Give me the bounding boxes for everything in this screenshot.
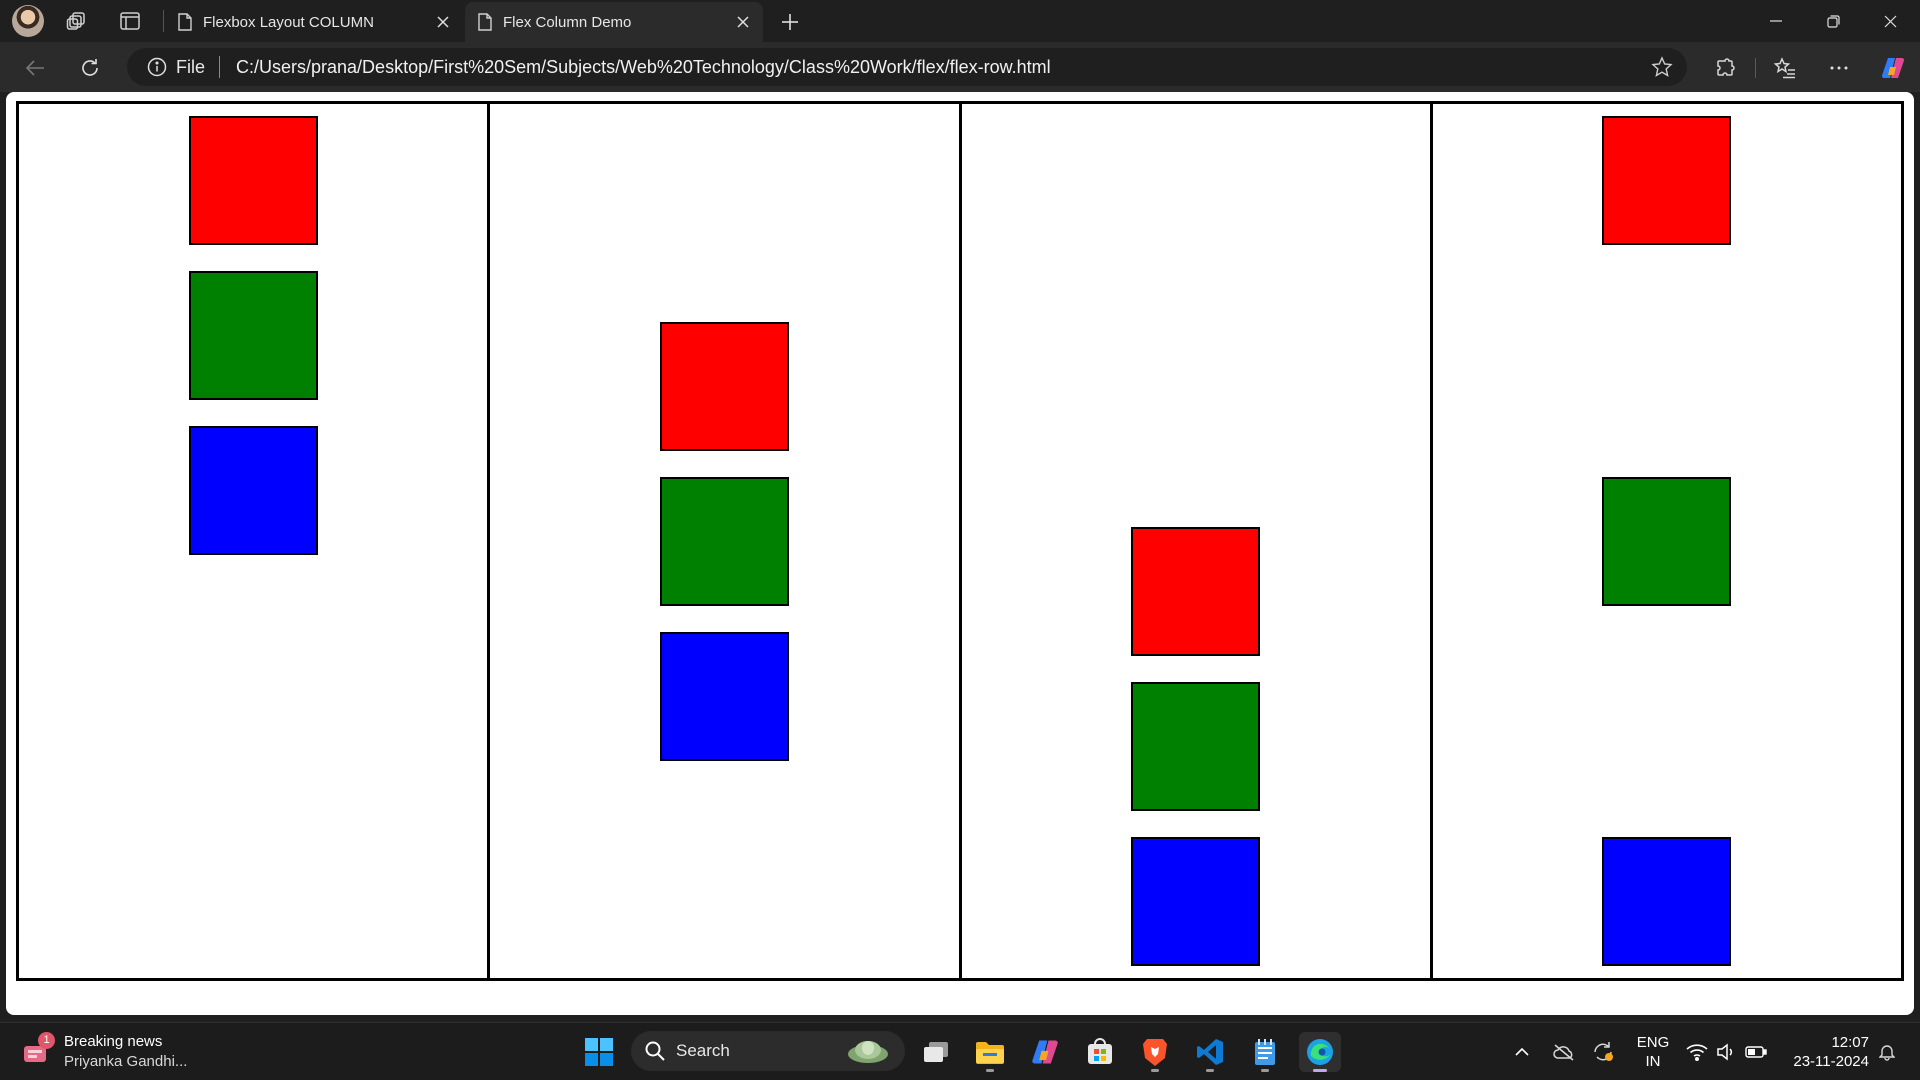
language-code: ENG [1636, 1034, 1670, 1051]
wifi-icon[interactable] [1683, 1035, 1711, 1069]
running-indicator [1151, 1069, 1159, 1072]
red-box [188, 116, 318, 245]
page-icon [178, 13, 192, 31]
scheme-label: File [176, 56, 206, 77]
tab-title: Flexbox Layout COLUMN [203, 13, 374, 31]
blue-box [659, 631, 789, 761]
running-indicator [1313, 1069, 1327, 1072]
back-button[interactable] [20, 53, 50, 83]
green-box [188, 271, 318, 400]
running-indicator [1206, 1069, 1214, 1072]
show-hidden-icons-chevron-icon[interactable] [1510, 1035, 1534, 1069]
system-clock[interactable]: 12:07 23-11-2024 [1779, 1033, 1869, 1071]
refresh-button[interactable] [75, 53, 105, 83]
region-code: IN [1645, 1053, 1661, 1070]
green-box [1131, 682, 1261, 811]
favorite-star-icon[interactable] [1651, 56, 1673, 78]
news-badge: 1 [38, 1032, 55, 1049]
green-box [659, 476, 789, 606]
column-flex-start [19, 104, 491, 978]
news-widget[interactable]: 1 Breaking news Priyanka Gandhi... [22, 1031, 242, 1073]
tab-separator [163, 10, 164, 32]
search-label: Search [676, 1041, 730, 1060]
sync-icon[interactable] [1588, 1035, 1618, 1069]
blue-box [188, 426, 318, 555]
onedrive-offline-icon[interactable] [1549, 1035, 1579, 1069]
url-text[interactable]: C:/Users/prana/Desktop/First%20Sem/Subje… [236, 57, 1051, 78]
succulent-icon [848, 1041, 888, 1063]
navigation-bar: File C:/Users/prana/Desktop/First%20Sem/… [0, 42, 1920, 92]
vertical-tabs-icon[interactable] [118, 9, 142, 33]
page-viewport [6, 92, 1914, 1015]
taskbar: 1 Breaking news Priyanka Gandhi... Searc… [0, 1022, 1920, 1080]
red-box [1602, 116, 1732, 245]
clock-time: 12:07 [1831, 1034, 1869, 1051]
new-tab-button[interactable] [777, 9, 803, 35]
extensions-icon[interactable] [1710, 54, 1738, 82]
clock-date: 23-11-2024 [1793, 1053, 1869, 1070]
volume-icon[interactable] [1713, 1035, 1739, 1069]
toolbar-divider [1755, 58, 1756, 78]
column-center [490, 104, 962, 978]
address-separator [219, 56, 221, 78]
workspaces-icon[interactable] [65, 9, 89, 33]
restore-button[interactable] [1810, 4, 1856, 38]
running-indicator [986, 1069, 994, 1072]
column-flex-end [962, 104, 1433, 978]
page-icon [478, 13, 492, 31]
task-view-app[interactable] [915, 1032, 957, 1072]
minimize-button[interactable] [1753, 4, 1799, 38]
address-bar[interactable]: File C:/Users/prana/Desktop/First%20Sem/… [127, 48, 1687, 86]
more-options-icon[interactable] [1825, 54, 1853, 82]
red-box [659, 321, 789, 451]
favorites-icon[interactable] [1771, 54, 1799, 82]
copilot-icon[interactable] [1879, 54, 1907, 82]
search-icon [645, 1041, 665, 1061]
notification-bell-icon[interactable] [1874, 1035, 1900, 1069]
taskbar-search[interactable]: Search [631, 1031, 905, 1071]
tab-title: Flex Column Demo [503, 13, 632, 31]
tab-flex-column-demo[interactable]: Flex Column Demo [465, 2, 763, 42]
copilot-app[interactable] [1024, 1032, 1066, 1072]
news-title: Breaking news [64, 1033, 163, 1050]
red-box [1131, 527, 1261, 656]
profile-avatar[interactable] [12, 5, 44, 37]
file-explorer-app[interactable] [969, 1032, 1011, 1072]
blue-box [1131, 837, 1261, 966]
blue-box [1602, 837, 1732, 966]
column-space-between [1433, 104, 1901, 978]
green-box [1602, 476, 1732, 606]
title-bar: Flexbox Layout COLUMN Flex Column Demo [0, 0, 1920, 42]
input-language-indicator[interactable]: ENG IN [1634, 1033, 1672, 1071]
close-tab-icon[interactable] [731, 10, 755, 34]
site-info-icon[interactable] [147, 57, 167, 77]
microsoft-store-app[interactable] [1079, 1032, 1121, 1072]
close-tab-icon[interactable] [431, 10, 455, 34]
notepad-app[interactable] [1244, 1032, 1286, 1072]
edge-browser-app[interactable] [1299, 1032, 1341, 1072]
start-button[interactable] [584, 1037, 614, 1067]
vscode-app[interactable] [1189, 1032, 1231, 1072]
news-icon: 1 [22, 1032, 55, 1066]
news-subtitle: Priyanka Gandhi... [64, 1053, 188, 1070]
brave-browser-app[interactable] [1134, 1032, 1176, 1072]
running-indicator [1261, 1069, 1269, 1072]
battery-icon[interactable] [1742, 1035, 1770, 1069]
close-window-button[interactable] [1867, 4, 1913, 38]
flex-container [16, 101, 1904, 981]
tab-flexbox-layout-column[interactable]: Flexbox Layout COLUMN [165, 2, 463, 42]
